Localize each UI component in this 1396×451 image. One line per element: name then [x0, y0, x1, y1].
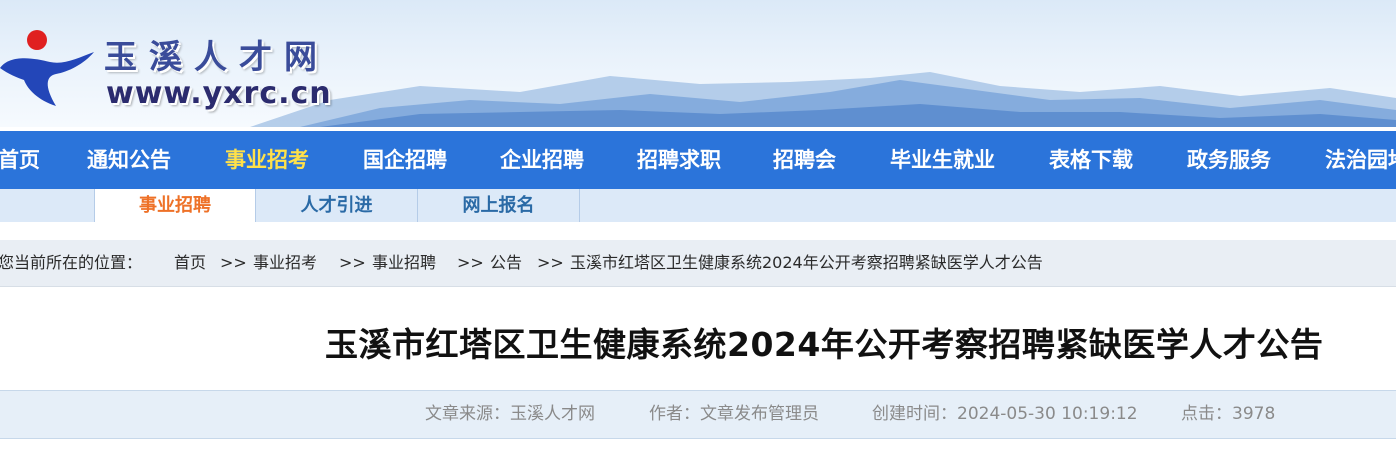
nav-item-job-seeking[interactable]: 招聘求职 — [637, 131, 721, 191]
breadcrumb-home-link[interactable]: 首页 — [174, 240, 206, 286]
site-name: 玉溪人才网 — [104, 37, 329, 76]
tab-public-institution-recruitment[interactable]: 事业招聘 — [94, 189, 256, 222]
breadcrumb: 您当前所在的位置： 首页 >> 事业招考 >> 事业招聘 >> 公告 >> 玉溪… — [0, 240, 1396, 287]
nav-item-enterprise-recruitment[interactable]: 企业招聘 — [500, 131, 584, 191]
nav-item-rule-of-law[interactable]: 法治园地 — [1325, 131, 1396, 191]
tab-online-registration[interactable]: 网上报名 — [418, 189, 580, 222]
nav-item-government-services[interactable]: 政务服务 — [1187, 131, 1271, 191]
breadcrumb-prefix: 您当前所在的位置： — [0, 253, 143, 272]
nav-item-notices[interactable]: 通知公告 — [87, 131, 171, 191]
nav-item-job-fair[interactable]: 招聘会 — [773, 131, 836, 191]
article-created-time: 创建时间：2024-05-30 10:19:12 — [872, 404, 1138, 424]
breadcrumb-current-article[interactable]: 玉溪市红塔区卫生健康系统2024年公开考察招聘紧缺医学人才公告 — [570, 240, 1043, 286]
nav-item-home[interactable]: 首页 — [0, 131, 40, 191]
tab-talent-introduction[interactable]: 人才引进 — [256, 189, 418, 222]
sub-nav: 事业招聘 人才引进 网上报名 — [0, 189, 1396, 222]
nav-item-soe-recruitment[interactable]: 国企招聘 — [363, 131, 447, 191]
nav-item-public-exams[interactable]: 事业招考 — [225, 131, 309, 191]
yxrc-logo-icon — [0, 30, 94, 106]
breadcrumb-exams-link[interactable]: 事业招考 — [253, 240, 317, 286]
nav-item-graduate-employment[interactable]: 毕业生就业 — [890, 131, 995, 191]
breadcrumb-separator: >> — [339, 253, 366, 272]
nav-item-form-downloads[interactable]: 表格下载 — [1049, 131, 1133, 191]
article-author: 作者：文章发布管理员 — [649, 404, 819, 424]
main-nav: 首页 通知公告 事业招考 国企招聘 企业招聘 招聘求职 招聘会 毕业生就业 表格… — [0, 129, 1396, 189]
article-source: 文章来源：玉溪人才网 — [425, 404, 595, 424]
breadcrumb-separator: >> — [220, 253, 247, 272]
site-url: www.yxrc.cn — [106, 76, 332, 111]
breadcrumb-separator: >> — [537, 253, 564, 272]
breadcrumb-recruitment-link[interactable]: 事业招聘 — [372, 240, 436, 286]
site-banner: 玉溪人才网 www.yxrc.cn — [0, 0, 1396, 127]
article-title: 玉溪市红塔区卫生健康系统2024年公开考察招聘紧缺医学人才公告 — [325, 325, 1324, 364]
breadcrumb-announcement-link[interactable]: 公告 — [490, 240, 522, 286]
article-click-count: 点击：3978 — [1181, 404, 1276, 424]
article-meta: 文章来源：玉溪人才网 作者：文章发布管理员 创建时间：2024-05-30 10… — [0, 390, 1396, 439]
breadcrumb-separator: >> — [457, 253, 484, 272]
